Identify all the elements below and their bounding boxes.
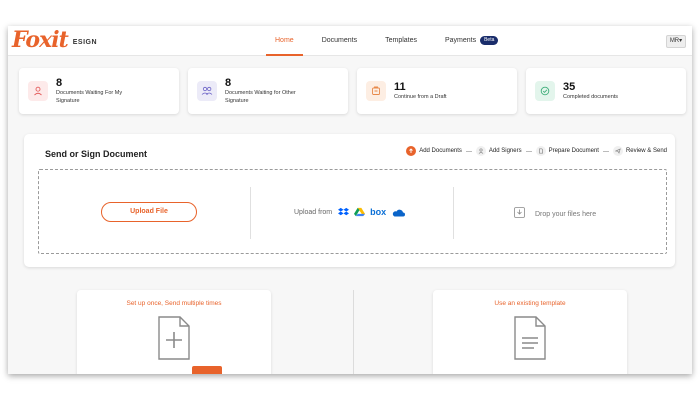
new-document-icon [158, 316, 190, 365]
step-add-documents: Add Documents [406, 146, 462, 156]
google-drive-icon[interactable] [354, 207, 366, 217]
upload-from-label: Upload from [294, 208, 333, 216]
main-nav: Home Documents Templates Payments Beta [266, 26, 517, 56]
stat-label: Documents Waiting For My Signature [56, 90, 123, 104]
step-label: Prepare Document [548, 148, 599, 154]
nav-payments[interactable]: Payments Beta [436, 26, 507, 56]
create-template-card[interactable]: Set up once, Send multiple times [77, 290, 271, 374]
step-label: Add Documents [419, 148, 462, 154]
user-initials: MR [669, 38, 680, 44]
nav-home[interactable]: Home [266, 26, 303, 56]
step-add-signers: Add Signers [475, 146, 522, 156]
stat-count: 35 [563, 81, 576, 93]
draft-icon [366, 81, 386, 101]
existing-template-title: Use an existing template [494, 300, 566, 307]
drop-files-area[interactable]: Drop your files here [514, 205, 596, 223]
step-review-send: Review & Send [612, 146, 667, 156]
step-label: Review & Send [625, 148, 667, 154]
upload-file-button[interactable]: Upload File [101, 202, 197, 222]
workflow-steps: Add Documents Add Signers Prepare Docume… [406, 146, 667, 156]
stat-card-drafts[interactable]: 11 Continue from a Draft [357, 68, 517, 114]
document-icon [535, 146, 546, 156]
caret-down-icon: ▾ [679, 38, 683, 44]
send-panel-title: Send or Sign Document [45, 149, 148, 159]
logo-wordmark: Foxit [12, 27, 69, 53]
app-window: Foxit ESIGN Home Documents Templates Pay… [8, 26, 692, 374]
upload-icon [406, 146, 417, 156]
create-template-button[interactable] [192, 366, 222, 374]
user-menu-button[interactable]: MR▾ [666, 35, 686, 48]
stat-count: 11 [394, 81, 406, 93]
upload-from-sources: Upload from box [294, 207, 410, 217]
step-prepare-document: Prepare Document [535, 146, 599, 156]
stat-count: 8 [56, 77, 63, 89]
document-lines-icon [514, 316, 546, 365]
existing-template-card[interactable]: Use an existing template [433, 290, 627, 374]
logo-product: ESIGN [72, 39, 98, 46]
drop-files-label: Drop your files here [535, 210, 597, 218]
file-drop-zone[interactable]: Upload File Upload from box Drop your fi… [38, 169, 667, 254]
stat-card-completed[interactable]: 35 Completed documents [526, 68, 686, 114]
onedrive-icon[interactable] [391, 208, 406, 217]
nav-templates[interactable]: Templates [376, 26, 426, 56]
dropzone-divider [453, 187, 454, 239]
beta-badge: Beta [480, 35, 499, 45]
download-tray-icon [514, 205, 525, 223]
nav-documents[interactable]: Documents [313, 26, 366, 56]
send-or-sign-panel: Send or Sign Document Add Documents Add … [24, 134, 675, 267]
user-icon [475, 146, 486, 156]
stat-label: Documents Waiting for Other Signature [225, 90, 296, 104]
stat-label: Completed documents [563, 94, 619, 100]
stat-label: Continue from a Draft [394, 94, 447, 100]
users-icon [197, 81, 217, 101]
foxit-logo[interactable]: Foxit ESIGN [12, 28, 97, 52]
step-connector [602, 150, 609, 152]
template-divider [353, 290, 354, 374]
step-label: Add Signers [488, 148, 522, 154]
send-icon [612, 146, 623, 156]
top-header: Foxit ESIGN Home Documents Templates Pay… [8, 26, 692, 56]
box-icon[interactable]: box [370, 207, 386, 217]
nav-payments-label: Payments [445, 37, 477, 44]
create-template-title: Set up once, Send multiple times [126, 300, 222, 307]
stat-count: 8 [225, 77, 232, 89]
dropbox-icon[interactable] [338, 207, 350, 217]
check-circle-icon [535, 81, 555, 101]
step-connector [525, 150, 532, 152]
dropzone-divider [250, 187, 251, 239]
step-connector [465, 150, 472, 152]
stat-card-waiting-other-signature[interactable]: 8 Documents Waiting for Other Signature [188, 68, 348, 114]
user-icon [28, 81, 48, 101]
stat-card-waiting-my-signature[interactable]: 8 Documents Waiting For My Signature [19, 68, 179, 114]
